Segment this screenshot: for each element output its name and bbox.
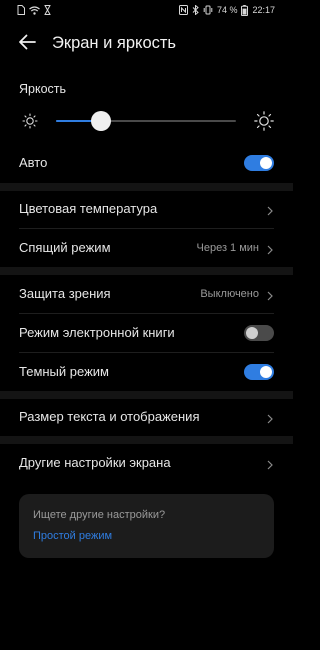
ebook-mode-toggle[interactable] xyxy=(244,324,274,341)
battery-percent: 74 % xyxy=(216,5,238,15)
toggle-knob xyxy=(246,326,258,339)
back-arrow-icon xyxy=(18,34,36,55)
text-size-row[interactable]: Размер текста и отображения xyxy=(0,397,293,436)
eye-comfort-label: Защита зрения xyxy=(19,286,111,301)
toggle-knob xyxy=(260,365,272,378)
bluetooth-icon xyxy=(192,5,199,15)
eye-comfort-value: Выключено xyxy=(200,287,259,300)
auto-brightness-label: Авто xyxy=(19,155,48,170)
color-temperature-label: Цветовая температура xyxy=(19,201,158,216)
chevron-right-icon xyxy=(267,203,273,221)
suggestion-card: Ищете другие настройки? Простой режим xyxy=(19,494,274,558)
sim-icon xyxy=(17,5,25,15)
vibrate-icon xyxy=(203,5,213,15)
other-settings-row[interactable]: Другие настройки экрана xyxy=(0,443,293,482)
status-bar-left xyxy=(17,5,51,15)
status-bar-right: 74 % 22:17 xyxy=(178,4,275,16)
sun-low-icon xyxy=(22,113,38,134)
brightness-slider-row xyxy=(0,108,293,134)
toggle-knob xyxy=(260,156,272,169)
brightness-slider[interactable] xyxy=(56,111,236,131)
ebook-mode-label: Режим электронной книги xyxy=(19,325,175,340)
other-settings-label: Другие настройки экрана xyxy=(19,455,171,470)
battery-icon xyxy=(241,4,249,16)
sleep-label: Спящий режим xyxy=(19,240,111,255)
brightness-label: Яркость xyxy=(19,82,67,96)
wifi-icon xyxy=(29,5,40,15)
dark-mode-label: Темный режим xyxy=(19,364,109,379)
auto-brightness-toggle[interactable] xyxy=(244,154,274,171)
text-size-label: Размер текста и отображения xyxy=(19,409,200,424)
simple-mode-link[interactable]: Простой режим xyxy=(33,530,112,542)
sleep-value: Через 1 мин xyxy=(196,241,260,254)
header: Экран и яркость xyxy=(0,26,293,62)
nfc-icon xyxy=(178,5,188,15)
auto-brightness-row[interactable]: Авто xyxy=(0,143,293,182)
suggestion-title: Ищете другие настройки? xyxy=(33,509,166,521)
status-bar: 74 % 22:17 xyxy=(0,0,293,20)
color-temperature-row[interactable]: Цветовая температура xyxy=(0,189,293,228)
page-title: Экран и яркость xyxy=(52,34,177,52)
dark-mode-row[interactable]: Темный режим xyxy=(0,352,293,391)
back-button[interactable] xyxy=(12,30,42,58)
eye-comfort-row[interactable]: Защита зрения Выключено xyxy=(0,274,293,313)
clock: 22:17 xyxy=(252,5,275,15)
dark-mode-toggle[interactable] xyxy=(244,363,274,380)
chevron-right-icon xyxy=(267,288,273,306)
hourglass-icon xyxy=(44,5,51,15)
ebook-mode-row[interactable]: Режим электронной книги xyxy=(0,313,293,352)
chevron-right-icon xyxy=(267,457,273,475)
sleep-row[interactable]: Спящий режим Через 1 мин xyxy=(0,228,293,267)
sun-high-icon xyxy=(254,111,274,136)
chevron-right-icon xyxy=(267,411,273,429)
brightness-slider-thumb[interactable] xyxy=(91,111,111,131)
chevron-right-icon xyxy=(267,242,273,260)
